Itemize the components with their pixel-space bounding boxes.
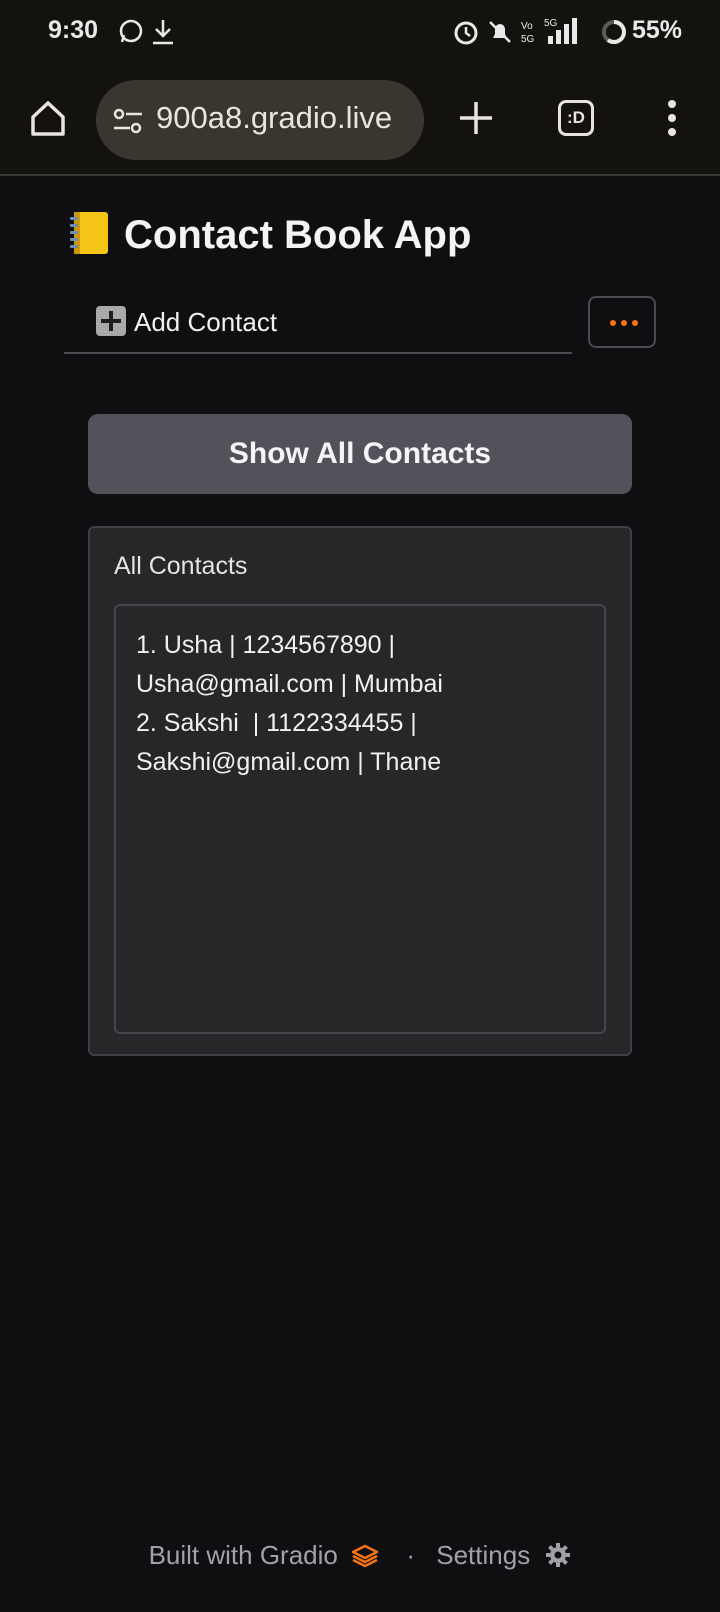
all-contacts-label: All Contacts bbox=[114, 552, 248, 580]
battery-icon bbox=[602, 20, 626, 44]
tab-overflow-button[interactable] bbox=[588, 296, 656, 348]
settings-link[interactable]: Settings bbox=[436, 1540, 530, 1570]
alarm-icon bbox=[454, 21, 478, 45]
svg-text:Vo: Vo bbox=[521, 21, 533, 32]
footer-separator: · bbox=[406, 1540, 416, 1570]
dot-icon bbox=[610, 320, 616, 326]
built-with-gradio-link[interactable]: Built with Gradio bbox=[149, 1540, 338, 1570]
tab-bar: Add Contact bbox=[64, 296, 572, 354]
svg-text:5G: 5G bbox=[521, 34, 535, 45]
dot-icon bbox=[621, 320, 627, 326]
show-all-contacts-button[interactable]: Show All Contacts bbox=[88, 414, 632, 494]
volte-icon: Vo 5G bbox=[521, 21, 535, 45]
tab-switcher-button[interactable]: :D bbox=[558, 100, 594, 136]
whatsapp-icon bbox=[119, 19, 143, 43]
tab-add-contact[interactable]: Add Contact bbox=[96, 306, 277, 338]
all-contacts-panel: All Contacts 1. Usha | 1234567890 | Usha… bbox=[88, 526, 632, 1056]
gradio-logo-icon bbox=[351, 1544, 379, 1568]
signal-icon: 5G bbox=[544, 18, 577, 44]
svg-text:5G: 5G bbox=[544, 18, 558, 29]
more-menu-icon[interactable] bbox=[660, 96, 684, 140]
status-time: 9:30 bbox=[48, 16, 99, 44]
footer: Built with Gradio · Settings bbox=[0, 1540, 720, 1571]
download-icon bbox=[153, 20, 173, 45]
url-text: 900a8.gradio.live bbox=[156, 100, 393, 135]
gear-icon[interactable] bbox=[545, 1542, 571, 1568]
dot-icon bbox=[632, 320, 638, 326]
tab-add-contact-label: Add Contact bbox=[134, 307, 278, 337]
site-settings-icon[interactable] bbox=[112, 106, 144, 136]
plus-icon bbox=[96, 306, 126, 336]
address-bar[interactable]: 900a8.gradio.live bbox=[96, 80, 424, 160]
page-title-text: Contact Book App bbox=[124, 213, 472, 257]
all-contacts-textarea[interactable]: 1. Usha | 1234567890 | Usha@gmail.com | … bbox=[114, 604, 606, 1034]
page-title: Contact Book App bbox=[68, 210, 471, 258]
home-icon[interactable] bbox=[28, 98, 68, 138]
browser-toolbar: 900a8.gradio.live :D bbox=[0, 66, 720, 176]
battery-percent: 55% bbox=[632, 16, 683, 44]
new-tab-icon[interactable] bbox=[456, 98, 496, 138]
status-bar: 9:30 Vo 5G 5G 55% bbox=[0, 0, 720, 66]
notebook-icon bbox=[70, 212, 108, 254]
mute-icon bbox=[489, 21, 511, 43]
